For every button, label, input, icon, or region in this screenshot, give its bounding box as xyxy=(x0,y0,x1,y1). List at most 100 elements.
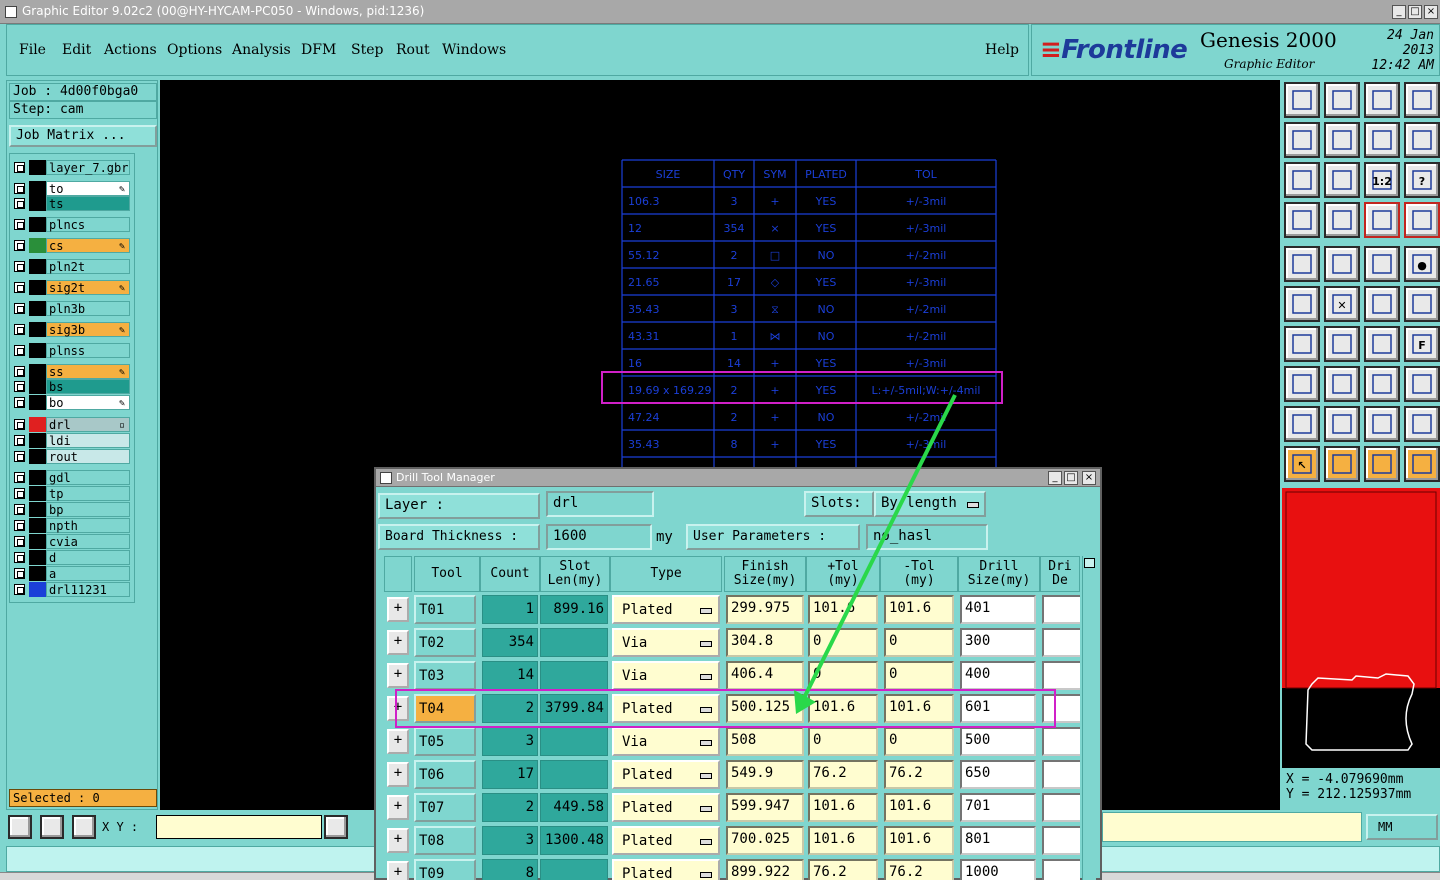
layer-checkbox[interactable] xyxy=(14,568,25,579)
type-select[interactable]: Plated xyxy=(612,859,720,880)
minus-tol-input[interactable]: 76.2 xyxy=(884,859,954,880)
layer-color-swatch[interactable] xyxy=(29,181,46,196)
drill-size-input[interactable]: 601 xyxy=(960,694,1036,723)
layer-row[interactable]: plncs xyxy=(12,217,132,232)
tool-row[interactable]: + T07 2 449.58 Plated 599.947 101.6 101.6 701 xyxy=(384,791,1080,824)
tool-row[interactable]: + T01 1 899.16 Plated 299.975 101.6 101.6 401 xyxy=(384,593,1080,626)
tool-row[interactable]: + T08 3 1300.48 Plated 700.025 101.6 101.6 801 xyxy=(384,824,1080,857)
minus-tol-input[interactable]: 0 xyxy=(884,628,954,657)
user-parameters-button[interactable]: User Parameters : xyxy=(686,524,860,550)
drill-des-input[interactable] xyxy=(1042,661,1080,690)
drill-des-input[interactable] xyxy=(1042,859,1080,880)
drill-size-input[interactable]: 801 xyxy=(960,826,1036,855)
layer-color-swatch[interactable] xyxy=(29,160,46,175)
user-parameters-input[interactable]: no_hasl xyxy=(866,524,988,550)
minus-tol-input[interactable]: 101.6 xyxy=(884,826,954,855)
layer-checkbox[interactable] xyxy=(14,324,25,335)
finish-size-input[interactable]: 549.9 xyxy=(726,760,804,789)
layer-input[interactable]: drl xyxy=(546,491,654,517)
type-select[interactable]: Plated xyxy=(612,760,720,789)
layer-name[interactable]: a xyxy=(46,566,130,581)
drill-des-input[interactable] xyxy=(1042,793,1080,822)
line-edit-icon[interactable] xyxy=(1324,246,1360,282)
layer-checkbox[interactable] xyxy=(14,162,25,173)
menu-actions[interactable]: Actions xyxy=(104,42,157,58)
minus-tol-input[interactable]: 101.6 xyxy=(884,694,954,723)
plus-tol-input[interactable]: 76.2 xyxy=(808,859,878,880)
drill-size-input[interactable]: 300 xyxy=(960,628,1036,657)
layer-checkbox[interactable] xyxy=(14,261,25,272)
layer-checkbox[interactable] xyxy=(14,419,25,430)
job-matrix-button[interactable]: Job Matrix ... xyxy=(9,125,157,147)
horizontal-line-icon[interactable] xyxy=(1324,366,1360,402)
layer-color-swatch[interactable] xyxy=(29,433,46,448)
layer-checkbox[interactable] xyxy=(14,366,25,377)
snap-icon[interactable] xyxy=(8,815,32,839)
layer-color-swatch[interactable] xyxy=(29,470,46,485)
layer-color-swatch[interactable] xyxy=(29,502,46,517)
center-icon[interactable] xyxy=(1324,162,1360,198)
expand-row-button[interactable]: + xyxy=(387,828,409,853)
layer-row[interactable]: bo ✎ xyxy=(12,395,132,410)
layer-name[interactable]: drl11231 xyxy=(46,582,130,597)
menu-windows[interactable]: Windows xyxy=(442,42,506,58)
layer-color-swatch[interactable] xyxy=(29,217,46,232)
circle-icon[interactable]: ● xyxy=(1404,246,1440,282)
layer-checkbox[interactable] xyxy=(14,303,25,314)
layer-checkbox[interactable] xyxy=(14,520,25,531)
drill-des-input[interactable] xyxy=(1042,628,1080,657)
drill-des-input[interactable] xyxy=(1042,694,1080,723)
tool-row[interactable]: + T04 2 3799.84 Plated 500.125 101.6 101.6 601 xyxy=(384,692,1080,725)
drill-des-input[interactable] xyxy=(1042,760,1080,789)
layer-name[interactable]: bs xyxy=(46,379,130,394)
plus-tol-input[interactable]: 0 xyxy=(808,727,878,756)
layer-color-swatch[interactable] xyxy=(29,259,46,274)
close-button[interactable]: × xyxy=(1424,5,1438,19)
tool-id[interactable]: T01 xyxy=(414,595,476,624)
layer-name[interactable]: gdl xyxy=(46,470,130,485)
layer-color-swatch[interactable] xyxy=(29,238,46,253)
layer-checkbox[interactable] xyxy=(14,282,25,293)
save-job-icon[interactable] xyxy=(1324,82,1360,118)
layer-row[interactable]: d xyxy=(12,550,132,565)
menu-analysis[interactable]: Analysis xyxy=(232,42,291,58)
drill-size-input[interactable]: 1000 xyxy=(960,859,1036,880)
wrench-icon[interactable] xyxy=(1284,202,1320,238)
plus-tol-input[interactable]: 101.6 xyxy=(808,826,878,855)
maximize-button[interactable]: □ xyxy=(1408,5,1422,19)
minimize-button[interactable]: _ xyxy=(1392,5,1406,19)
plus-tol-input[interactable]: 101.6 xyxy=(808,793,878,822)
peak-icon[interactable] xyxy=(1324,406,1360,442)
layer-color-swatch[interactable] xyxy=(29,343,46,358)
plus-tol-input[interactable]: 0 xyxy=(808,628,878,657)
line-icon[interactable] xyxy=(1324,326,1360,362)
layer-color-swatch[interactable] xyxy=(29,534,46,549)
layer-name[interactable]: ts xyxy=(46,196,130,211)
menu-edit[interactable]: Edit xyxy=(62,42,91,58)
finish-size-input[interactable]: 700.025 xyxy=(726,826,804,855)
layer-row[interactable]: npth xyxy=(12,518,132,533)
layer-row[interactable]: sig2t ✎ xyxy=(12,280,132,295)
layers-overlay-icon[interactable] xyxy=(1404,202,1440,238)
select-polygon-icon[interactable] xyxy=(1364,446,1400,482)
layer-checkbox[interactable] xyxy=(14,240,25,251)
layer-row[interactable]: cvia xyxy=(12,534,132,549)
plus-tol-input[interactable]: 101.6 xyxy=(808,595,878,624)
type-select[interactable]: Plated xyxy=(612,694,720,723)
layer-checkbox[interactable] xyxy=(14,451,25,462)
redraw-icon[interactable] xyxy=(1404,122,1440,158)
expand-row-button[interactable]: + xyxy=(387,861,409,880)
layer-color-swatch[interactable] xyxy=(29,322,46,337)
layer-checkbox[interactable] xyxy=(14,381,25,392)
xy-input[interactable] xyxy=(156,815,322,839)
layer-checkbox[interactable] xyxy=(14,183,25,194)
menu-help[interactable]: Help xyxy=(985,42,1019,58)
layer-color-swatch[interactable] xyxy=(29,301,46,316)
select-box-icon[interactable] xyxy=(1324,446,1360,482)
layer-color-swatch[interactable] xyxy=(29,486,46,501)
tool-row[interactable]: + T02 354 Via 304.8 0 0 300 xyxy=(384,626,1080,659)
layer-row[interactable]: drl11231 xyxy=(12,582,132,597)
layer-checkbox[interactable] xyxy=(14,488,25,499)
type-select[interactable]: Plated xyxy=(612,793,720,822)
dialog-close-button[interactable]: × xyxy=(1082,471,1096,485)
